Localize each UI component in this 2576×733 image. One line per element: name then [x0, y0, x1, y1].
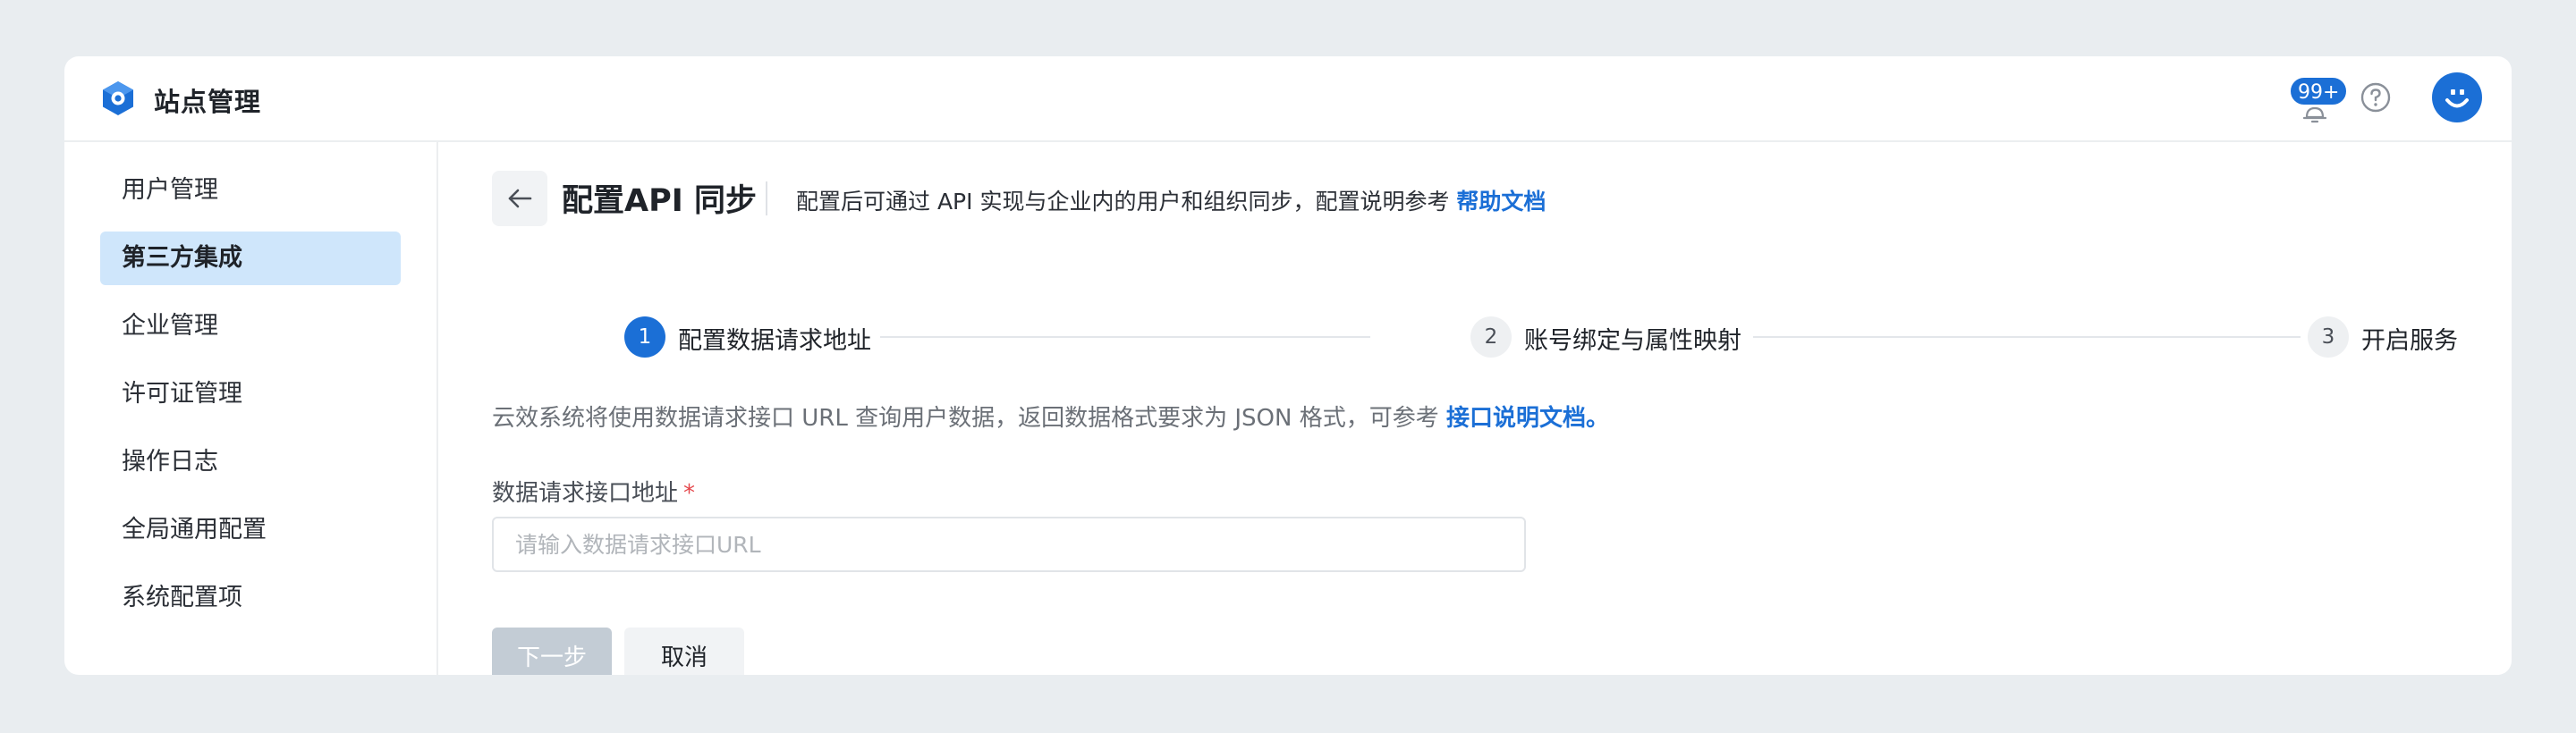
arrow-left-icon — [508, 189, 532, 208]
step-2-number: 2 — [1470, 316, 1512, 358]
avatar[interactable] — [2432, 72, 2482, 122]
form-intro-text: 云效系统将使用数据请求接口 URL 查询用户数据，返回数据格式要求为 JSON … — [492, 405, 1439, 432]
cancel-button[interactable]: 取消 — [624, 628, 744, 675]
notification-badge: 99+ — [2289, 76, 2349, 106]
help-doc-link[interactable]: 帮助文档 — [1456, 189, 1546, 215]
step-connector — [880, 336, 1370, 338]
step-2-label: 账号绑定与属性映射 — [1524, 327, 1741, 355]
url-field-label-text: 数据请求接口地址 — [492, 480, 679, 507]
title-divider — [766, 181, 767, 215]
main-content: 配置API 同步 配置后可通过 API 实现与企业内的用户和组织同步，配置说明参… — [438, 142, 2512, 675]
step-3-number: 3 — [2308, 316, 2349, 358]
cube-logo-icon[interactable] — [100, 80, 136, 117]
sidebar-item-system-config[interactable]: 系统配置项 — [100, 571, 401, 625]
step-1-label: 配置数据请求地址 — [678, 327, 871, 355]
next-button[interactable]: 下一步 — [492, 628, 612, 675]
required-mark: * — [683, 480, 696, 507]
sidebar-item-license[interactable]: 许可证管理 — [100, 367, 401, 421]
back-button[interactable] — [492, 171, 547, 226]
page-description-text: 配置后可通过 API 实现与企业内的用户和组织同步，配置说明参考 — [796, 189, 1450, 215]
step-connector — [1753, 336, 2301, 338]
app-window: 站点管理 99+ 用户管理 第三方集成 企业管理 许可证管理 操作日志 全局通用… — [64, 56, 2512, 675]
sidebar-item-logs[interactable]: 操作日志 — [100, 435, 401, 489]
site-title: 站点管理 — [154, 87, 262, 117]
url-field-label: 数据请求接口地址 * — [492, 475, 695, 508]
api-doc-link[interactable]: 接口说明文档。 — [1446, 405, 1609, 432]
sidebar-item-third-party[interactable]: 第三方集成 — [100, 232, 401, 285]
top-header: 站点管理 99+ — [64, 56, 2512, 142]
help-circle-icon[interactable] — [2360, 81, 2392, 114]
smile-face-icon — [2445, 89, 2469, 108]
url-input[interactable] — [492, 517, 1526, 572]
sidebar-item-global-config[interactable]: 全局通用配置 — [100, 503, 401, 557]
page-title: 配置API 同步 — [562, 183, 757, 219]
step-3-label: 开启服务 — [2361, 327, 2458, 355]
step-1-number: 1 — [624, 316, 665, 358]
sidebar-item-users[interactable]: 用户管理 — [100, 164, 401, 217]
page-description: 配置后可通过 API 实现与企业内的用户和组织同步，配置说明参考 帮助文档 — [796, 184, 1546, 216]
sidebar-item-enterprise[interactable]: 企业管理 — [100, 299, 401, 353]
sidebar: 用户管理 第三方集成 企业管理 许可证管理 操作日志 全局通用配置 系统配置项 — [64, 142, 438, 675]
form-intro: 云效系统将使用数据请求接口 URL 查询用户数据，返回数据格式要求为 JSON … — [492, 400, 1609, 433]
notifications-button[interactable]: 99+ — [2289, 76, 2349, 130]
